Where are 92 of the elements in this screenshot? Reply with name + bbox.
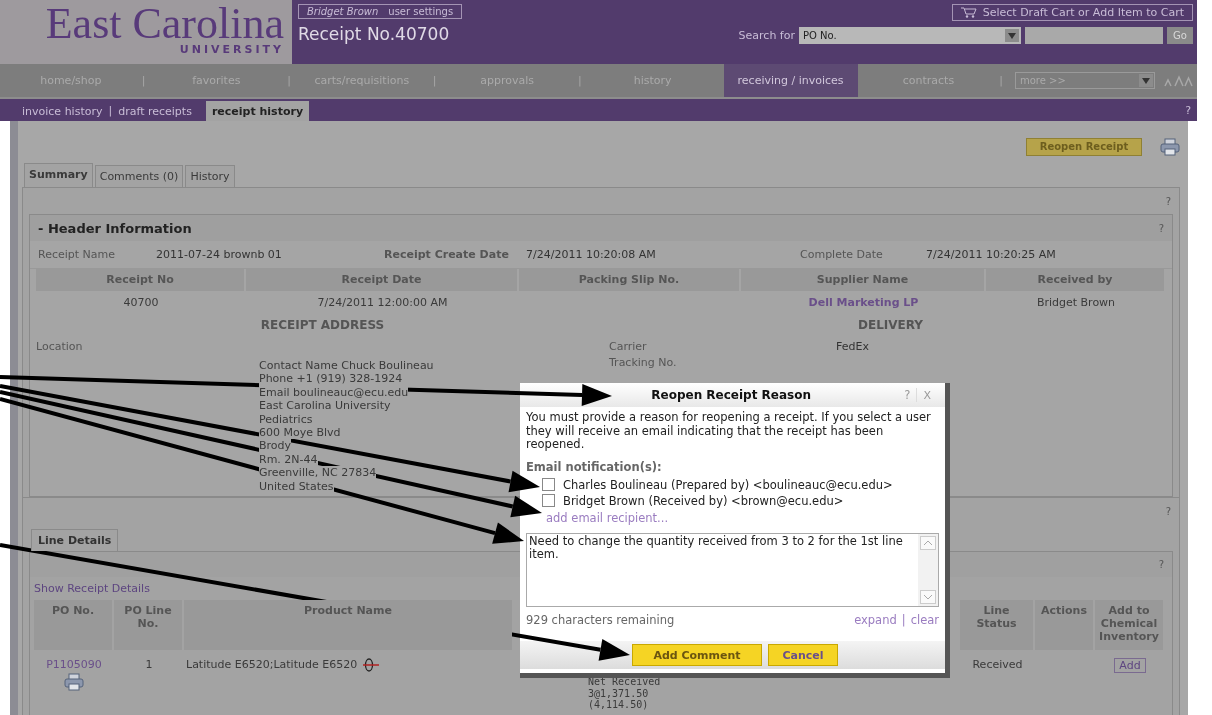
table-cell: Latitude E6520;Latitude E6520: [186, 658, 358, 672]
recipient-label: Bridget Brown (Received by) <brown@ecu.edu>: [563, 493, 844, 508]
subnav-tab[interactable]: receipt history: [205, 101, 310, 121]
cart-button[interactable]: Select Draft Cart or Add Item to Cart: [951, 4, 1193, 21]
comment-field[interactable]: Need to change the quantity received from 3 to 2 for the 1st line item.: [526, 532, 939, 607]
university-logo[interactable]: East Carolina UNIVERSITY: [0, 0, 292, 64]
printer-icon[interactable]: [64, 673, 84, 692]
add-button[interactable]: Add: [1114, 658, 1146, 674]
column-header: Received by: [986, 269, 1164, 291]
net-received-text: Net Received: [588, 676, 661, 688]
checkbox[interactable]: [542, 478, 555, 491]
scroll-down-icon[interactable]: [920, 589, 936, 604]
table-cell-text: 40700: [122, 295, 160, 311]
go-button[interactable]: Go: [1167, 27, 1193, 44]
help-link[interactable]: ?: [1158, 559, 1164, 571]
page-title: Receipt No.40700: [298, 24, 451, 44]
nav-separator: |: [999, 74, 1003, 87]
scroll-up-icon[interactable]: [920, 535, 936, 550]
add-recipient-link[interactable]: add email recipient...: [546, 507, 669, 525]
field-value: 2011-07-24 brownb 01: [156, 248, 283, 261]
add-comment-button[interactable]: Add Comment: [632, 644, 762, 666]
expand-link[interactable]: expand: [854, 612, 897, 627]
search-field[interactable]: [1025, 27, 1163, 44]
user-settings-link[interactable]: user settings: [388, 6, 454, 17]
clear-link[interactable]: clear: [910, 612, 939, 627]
section-title[interactable]: - Header Information: [38, 220, 192, 236]
section-heading: RECEIPT ADDRESS: [259, 317, 386, 334]
tab[interactable]: Comments (0): [94, 165, 184, 187]
table-cell-text: Received: [971, 657, 1024, 674]
subnav-tab[interactable]: invoice history: [16, 101, 109, 121]
column-header: PO No.: [34, 600, 112, 651]
field-label: Complete Date: [800, 248, 884, 261]
section-heading: DELIVERY: [857, 317, 924, 334]
help-link[interactable]: ?: [1158, 222, 1164, 234]
column-header: Product Name: [184, 600, 512, 651]
nav-separator: |: [141, 74, 146, 87]
nav-tab[interactable]: receiving / invoices: [723, 64, 858, 97]
link-separator: |: [901, 612, 906, 627]
checkbox[interactable]: [542, 494, 555, 507]
dialog-title: Reopen Receipt Reason: [650, 388, 813, 402]
column-header: Receipt No: [36, 269, 244, 291]
po-link[interactable]: P1105090: [46, 658, 102, 672]
field-value: FedEx: [836, 339, 869, 355]
characters-remaining: 929 characters remaining: [526, 612, 675, 627]
tab[interactable]: History: [185, 165, 235, 187]
field-label: Tracking No.: [609, 355, 677, 371]
line-details-tab[interactable]: Line Details: [31, 529, 119, 552]
help-link[interactable]: ?: [898, 388, 918, 402]
show-details-link[interactable]: Show Receipt Details: [30, 577, 154, 601]
field-label: Carrier: [609, 339, 647, 355]
column-header: Line Status: [960, 600, 1033, 651]
table-cell-text: Bridget Brown: [1035, 295, 1117, 311]
column-header: Actions: [1035, 600, 1093, 651]
user-name: Bridget Brown: [307, 6, 379, 17]
field-value: 7/24/2011 10:20:08 AM: [526, 248, 657, 261]
dialog-message: You must provide a reason for reopening a receipt. If you select a user they will receive an email indicating that the receipt has been reopened.: [525, 409, 932, 452]
column-header: Supplier Name: [741, 269, 984, 291]
column-header: Receipt Date: [246, 269, 517, 291]
tab[interactable]: Summary: [24, 163, 93, 187]
recipient-label: Charles Boulineau (Prepared by) <boulineauc@ecu.edu>: [563, 477, 893, 492]
reopen-receipt-button[interactable]: Reopen Receipt: [1026, 137, 1142, 156]
caret-icon: [1142, 77, 1150, 84]
notifications-label: Email notification(s):: [525, 458, 663, 476]
search-type-select[interactable]: PO No.: [799, 27, 1021, 44]
nav-separator: |: [432, 74, 437, 87]
field-label: Receipt Create Date: [384, 248, 510, 261]
subnav-tab[interactable]: draft receipts: [112, 101, 198, 121]
subnav-separator: |: [108, 104, 113, 119]
net-received-text: 3@1,371.50: [588, 687, 649, 700]
field-label: Location: [36, 339, 83, 355]
printer-icon[interactable]: [1160, 137, 1180, 156]
column-header: Add to Chemical Inventory: [1095, 600, 1163, 651]
caret-icon: [1008, 32, 1016, 39]
column-header: PO Line No.: [114, 600, 182, 651]
atom-icon[interactable]: [361, 658, 382, 673]
net-received-text: (4,114.50): [588, 699, 649, 711]
nav-separator: |: [578, 74, 582, 87]
field-value: 7/24/2011 10:20:25 AM: [926, 248, 1057, 261]
nav-separator: |: [287, 74, 291, 87]
table-cell-text: 1: [144, 657, 154, 674]
search-label: Search for: [738, 29, 795, 42]
field-label: Receipt Name: [38, 248, 117, 261]
table-cell-text: 7/24/2011 12:00:00 AM: [316, 295, 449, 311]
help-link[interactable]: ?: [1179, 104, 1197, 121]
help-link[interactable]: ?: [1165, 506, 1171, 518]
help-link[interactable]: ?: [1165, 195, 1171, 207]
cancel-button[interactable]: Cancel: [768, 644, 838, 666]
column-header: Packing Slip No.: [519, 269, 739, 291]
cart-icon: [960, 7, 977, 18]
supplier-link[interactable]: Dell Marketing LP: [741, 291, 986, 315]
scrollbar[interactable]: [918, 533, 938, 606]
close-button[interactable]: X: [917, 387, 937, 403]
